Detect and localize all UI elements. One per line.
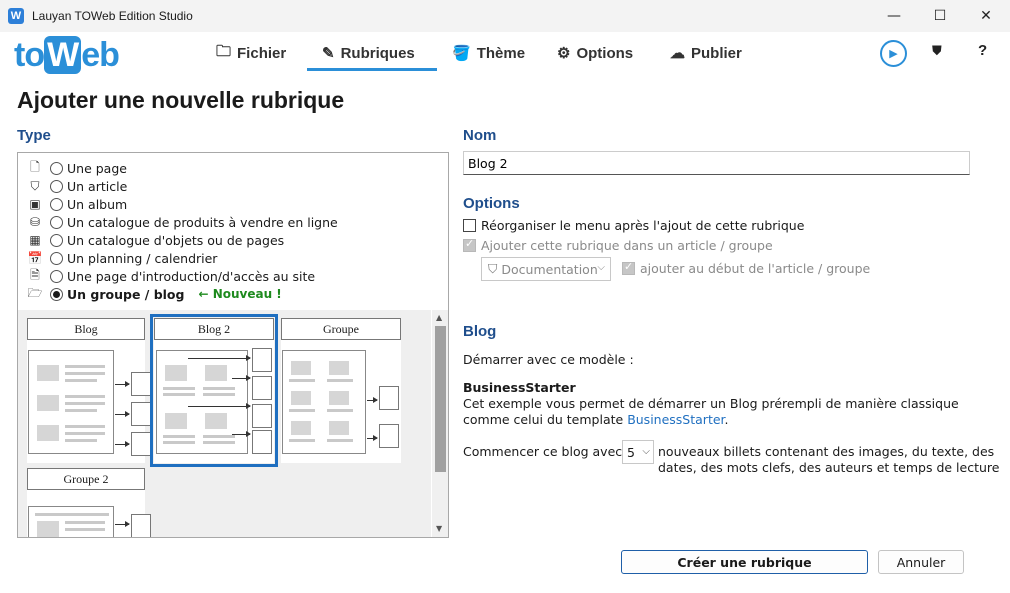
businessstarter-link[interactable]: BusinessStarter	[627, 412, 724, 427]
window-title: Lauyan TOWeb Edition Studio	[32, 9, 193, 23]
type-item-group-blog[interactable]: 🗁 Un groupe / blog ← Nouveau !	[26, 285, 282, 303]
scroll-up-icon[interactable]: ▲	[436, 313, 442, 322]
chevron-down-icon: ⌵	[597, 262, 605, 273]
gears-icon: ⚙	[557, 45, 571, 62]
page-icon: 🗋	[30, 159, 40, 174]
minimize-button[interactable]: —	[871, 0, 917, 32]
type-item-product-catalog[interactable]: ⛁ Un catalogue de produits à vendre en li…	[26, 213, 338, 231]
preview-play-icon[interactable]: ▶	[880, 40, 907, 67]
add-at-start-option[interactable]: ajouter au début de l'article / groupe	[622, 260, 870, 276]
template-groupe-2-title: Groupe 2	[27, 468, 145, 490]
shield-icon[interactable]: ⛊	[932, 44, 942, 59]
cancel-button[interactable]: Annuler	[878, 550, 964, 574]
catalog-grid-icon: ▦	[29, 233, 41, 247]
add-to-article-option[interactable]: Ajouter cette rubrique dans un article /…	[463, 237, 773, 253]
radio-article[interactable]	[50, 179, 63, 193]
template-groupe-2-preview	[28, 506, 114, 537]
maximize-button[interactable]: ☐	[917, 0, 963, 32]
calendar-icon: 📅	[27, 251, 43, 265]
type-item-page[interactable]: 🗋 Une page	[26, 159, 127, 177]
template-groupe-title: Groupe	[281, 318, 401, 340]
nom-section-label: Nom	[463, 127, 497, 144]
close-button[interactable]: ✕	[963, 0, 1009, 32]
scroll-thumb[interactable]	[435, 326, 446, 472]
start-with-model-label: Démarrer avec ce modèle :	[463, 352, 634, 367]
add-at-start-checkbox[interactable]	[622, 260, 635, 275]
type-section-label: Type	[17, 127, 51, 144]
coins-icon: ⛁	[29, 215, 41, 229]
app-icon: W	[8, 8, 24, 24]
radio-calendar[interactable]	[50, 251, 63, 265]
chevron-down-icon: ⌵	[642, 446, 650, 457]
options-section-label: Options	[463, 195, 520, 212]
radio-group-blog[interactable]	[50, 287, 63, 301]
template-blog-title: Blog	[27, 318, 145, 340]
model-description-line2: comme celui du template BusinessStarter.	[463, 412, 729, 427]
create-rubrique-button[interactable]: Créer une rubrique	[621, 550, 868, 574]
scroll-down-icon[interactable]: ▼	[436, 524, 442, 533]
radio-intro-page[interactable]	[50, 269, 63, 283]
type-item-intro-page[interactable]: 🗎 Une page d'introduction/d'accès au site	[26, 267, 315, 285]
nouveau-badge: ← Nouveau !	[198, 287, 282, 301]
template-scrollbar[interactable]: ▲ ▼	[432, 310, 448, 537]
template-groupe-2[interactable]: Groupe 2	[27, 468, 151, 537]
radio-page[interactable]	[50, 161, 63, 175]
template-blog-preview	[28, 350, 114, 454]
open-folder-icon: 🗁	[27, 285, 43, 300]
posts-description-line1: nouveaux billets contenant des images, d…	[658, 444, 995, 459]
type-item-album[interactable]: ▣ Un album	[26, 195, 127, 213]
posts-count-select[interactable]: 5 ⌵	[622, 440, 654, 464]
template-groupe[interactable]: Groupe	[281, 318, 401, 463]
radio-album[interactable]	[50, 197, 63, 211]
template-gallery: Blog Blog 2 Groupe Groupe 2	[18, 310, 431, 537]
folder-icon: 🗀	[216, 42, 232, 60]
tab-rubriques[interactable]: ✎ Rubriques	[322, 38, 415, 68]
type-item-object-catalog[interactable]: ▦ Un catalogue d'objets ou de pages	[26, 231, 284, 249]
add-to-article-checkbox[interactable]	[463, 237, 476, 252]
template-blog-2-preview	[156, 350, 248, 454]
toweb-logo: toWeb	[14, 36, 120, 74]
title-bar: W Lauyan TOWeb Edition Studio — ☐ ✕	[0, 0, 1010, 32]
article-group-dropdown[interactable]: ⛉ Documentation ⌵	[481, 257, 611, 281]
cloud-upload-icon: ☁	[670, 45, 685, 62]
tab-fichier[interactable]: 🗀 Fichier	[216, 38, 286, 68]
sitemap-icon: ⛉	[30, 178, 40, 193]
model-description-line1: Cet exemple vous permet de démarrer un B…	[463, 396, 959, 411]
radio-object-catalog[interactable]	[50, 233, 63, 247]
type-item-article[interactable]: ⛉ Un article	[26, 177, 127, 195]
model-name: BusinessStarter	[463, 380, 576, 395]
begin-blog-label: Commencer ce blog avec	[463, 444, 623, 459]
album-icon: ▣	[29, 197, 41, 211]
template-blog[interactable]: Blog	[27, 318, 151, 463]
paint-bucket-icon: 🪣	[452, 45, 471, 62]
template-groupe-preview	[282, 350, 366, 454]
pencil-icon: ✎	[322, 45, 335, 62]
radio-product-catalog[interactable]	[50, 215, 63, 229]
active-tab-indicator	[307, 68, 437, 71]
blog-section-label: Blog	[463, 323, 497, 340]
nom-input[interactable]	[463, 151, 970, 175]
tab-publier[interactable]: ☁ Publier	[670, 38, 742, 68]
tab-theme[interactable]: 🪣 Thème	[452, 38, 525, 68]
posts-description-line2: dates, des mots clefs, des auteurs et te…	[658, 460, 1000, 475]
reorganize-menu-checkbox[interactable]	[463, 219, 476, 232]
sitemap-icon: ⛉	[488, 261, 498, 276]
type-item-calendar[interactable]: 📅 Un planning / calendrier	[26, 249, 218, 267]
type-list: 🗋 Une page ⛉ Un article ▣ Un album ⛁ Un cata…	[17, 152, 449, 538]
tab-options[interactable]: ⚙ Options	[557, 38, 633, 68]
template-blog-2[interactable]: Blog 2	[150, 314, 278, 467]
page-title: Ajouter une nouvelle rubrique	[17, 87, 345, 113]
help-button[interactable]: ?	[978, 42, 987, 59]
reorganize-menu-option[interactable]: Réorganiser le menu après l'ajout de cet…	[463, 218, 804, 233]
template-blog-2-title: Blog 2	[154, 318, 274, 340]
